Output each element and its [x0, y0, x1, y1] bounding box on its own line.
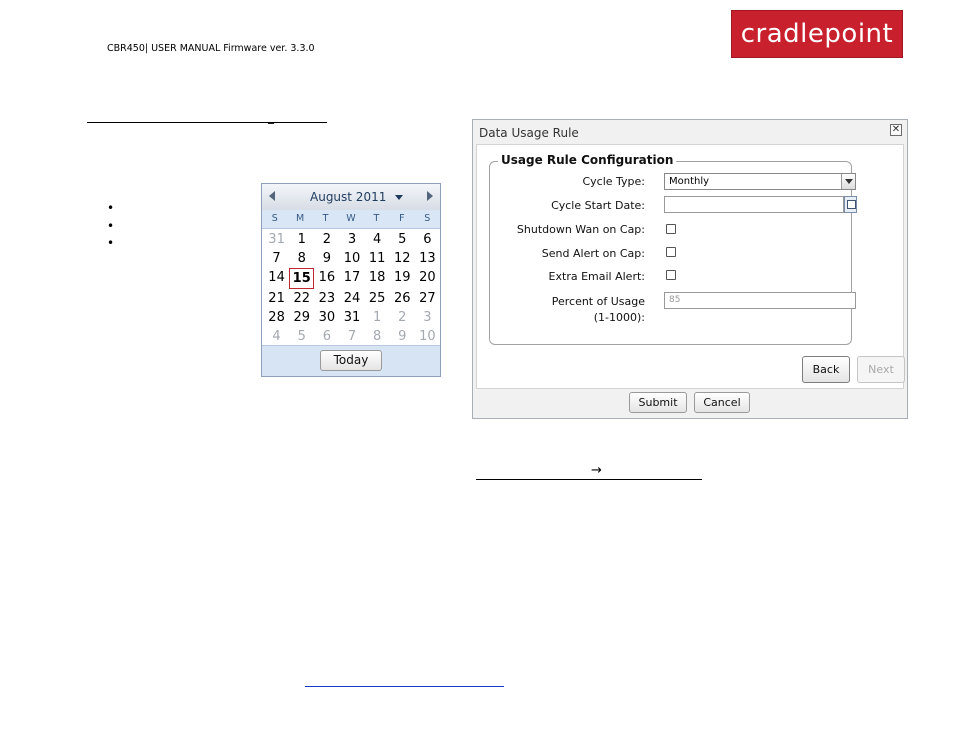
heading-underline [87, 122, 327, 123]
calendar-widget: August 2011 S M T W T F S 31 1 2 3 4 5 6 7 8 9 10 1… [261, 183, 441, 377]
calendar-day[interactable]: 20 [415, 268, 440, 289]
send-alert-label: Send Alert on Cap: [541, 247, 645, 260]
calendar-day[interactable]: 22 [289, 289, 314, 308]
calendar-day[interactable]: 31 [339, 308, 364, 327]
calendar-day[interactable]: 1 [365, 308, 390, 327]
cycle-start-date-input[interactable] [664, 196, 844, 213]
next-month-icon[interactable] [427, 191, 433, 201]
calendar-day[interactable]: 18 [365, 268, 390, 289]
calendar-day[interactable]: 5 [289, 327, 314, 346]
cancel-button[interactable]: Cancel [694, 392, 750, 413]
hyperlink-underline[interactable] [305, 686, 504, 687]
calendar-day[interactable]: 17 [339, 268, 364, 289]
back-button[interactable]: Back [802, 356, 850, 383]
percent-usage-label: Percent of Usage [551, 295, 645, 308]
calendar-month-label[interactable]: August 2011 [310, 190, 386, 204]
weekday-label: S [271, 213, 278, 224]
prev-month-icon[interactable] [269, 191, 275, 201]
calendar-day[interactable]: 28 [264, 308, 289, 327]
shutdown-wan-checkbox[interactable] [666, 224, 676, 234]
weekday-header: S M T W T F S [262, 210, 440, 229]
caption-underline [476, 479, 702, 480]
extra-email-checkbox[interactable] [666, 270, 676, 280]
percent-usage-range-label: (1-1000): [593, 311, 645, 324]
dialog-title: Data Usage Rule [479, 126, 579, 140]
cycle-type-select[interactable]: Monthly [664, 173, 856, 190]
cycle-type-label: Cycle Type: [582, 175, 645, 188]
calendar-day[interactable]: 4 [264, 327, 289, 346]
calendar-day[interactable]: 15 [289, 268, 315, 289]
bullet-2: • [107, 219, 115, 233]
calendar-day[interactable]: 13 [415, 249, 440, 268]
calendar-day[interactable]: 6 [415, 230, 440, 249]
bullet-1: • [107, 201, 115, 215]
cycle-type-value: Monthly [669, 176, 710, 187]
calendar-day[interactable]: 2 [390, 308, 415, 327]
calendar-day[interactable]: 19 [390, 268, 415, 289]
weekday-label: M [296, 213, 305, 224]
calendar-day[interactable]: 9 [390, 327, 415, 346]
calendar-day[interactable]: 27 [415, 289, 440, 308]
caption-arrow: → [591, 463, 602, 478]
calendar-footer: Today [262, 345, 440, 376]
calendar-day[interactable]: 7 [339, 327, 364, 346]
calendar-day[interactable]: 31 [264, 230, 289, 249]
weekday-label: S [424, 213, 431, 224]
close-icon[interactable]: ✕ [890, 124, 902, 136]
calendar-day[interactable]: 6 [314, 327, 339, 346]
extra-email-label: Extra Email Alert: [548, 270, 645, 283]
calendar-day[interactable]: 11 [365, 249, 390, 268]
today-button[interactable]: Today [320, 350, 382, 371]
usage-rule-fieldset: Usage Rule Configuration Cycle Type: Mon… [489, 153, 857, 345]
bullet-3: • [107, 236, 115, 250]
calendar-day[interactable]: 5 [390, 230, 415, 249]
cradlepoint-logo: cradlepoint [731, 10, 903, 58]
weekday-label: T [322, 213, 329, 224]
calendar-day[interactable]: 14 [264, 268, 289, 289]
calendar-day[interactable]: 26 [390, 289, 415, 308]
calendar-days-grid: 31 1 2 3 4 5 6 7 8 9 10 11 12 13 14 15 16 17 18 19 20 21 22 23 2… [264, 230, 440, 346]
calendar-day[interactable]: 23 [314, 289, 339, 308]
calendar-icon[interactable] [844, 196, 857, 213]
document-header: CBR450| USER MANUAL Firmware ver. 3.3.0 [107, 43, 315, 54]
calendar-day[interactable]: 12 [390, 249, 415, 268]
calendar-day[interactable]: 2 [314, 230, 339, 249]
fieldset-legend: Usage Rule Configuration [498, 153, 677, 167]
send-alert-checkbox[interactable] [666, 247, 676, 257]
calendar-day[interactable]: 25 [365, 289, 390, 308]
weekday-label: W [346, 213, 356, 224]
data-usage-rule-dialog: Data Usage Rule ✕ Usage Rule Configurati… [472, 119, 908, 419]
calendar-day[interactable]: 8 [365, 327, 390, 346]
next-button[interactable]: Next [857, 356, 905, 383]
calendar-header: August 2011 [262, 184, 440, 211]
cycle-start-date-label: Cycle Start Date: [551, 199, 645, 212]
calendar-day[interactable]: 9 [314, 249, 339, 268]
calendar-day[interactable]: 4 [365, 230, 390, 249]
calendar-day[interactable]: 21 [264, 289, 289, 308]
calendar-day[interactable]: 7 [264, 249, 289, 268]
chevron-down-icon[interactable] [841, 174, 855, 189]
calendar-day[interactable]: 30 [314, 308, 339, 327]
submit-button[interactable]: Submit [629, 392, 687, 413]
shutdown-wan-label: Shutdown Wan on Cap: [516, 223, 645, 236]
calendar-day[interactable]: 24 [339, 289, 364, 308]
calendar-day[interactable]: 3 [415, 308, 440, 327]
calendar-day[interactable]: 8 [289, 249, 314, 268]
calendar-day[interactable]: 1 [289, 230, 314, 249]
calendar-day[interactable]: 10 [415, 327, 440, 346]
dialog-panel: Usage Rule Configuration Cycle Type: Mon… [476, 144, 905, 389]
percent-usage-input[interactable]: 85 [664, 292, 856, 309]
month-dropdown-icon[interactable] [395, 195, 403, 200]
weekday-label: T [373, 213, 380, 224]
weekday-label: F [399, 213, 405, 224]
calendar-day[interactable]: 10 [339, 249, 364, 268]
calendar-day[interactable]: 16 [314, 268, 339, 289]
calendar-day[interactable]: 3 [339, 230, 364, 249]
calendar-day[interactable]: 29 [289, 308, 314, 327]
